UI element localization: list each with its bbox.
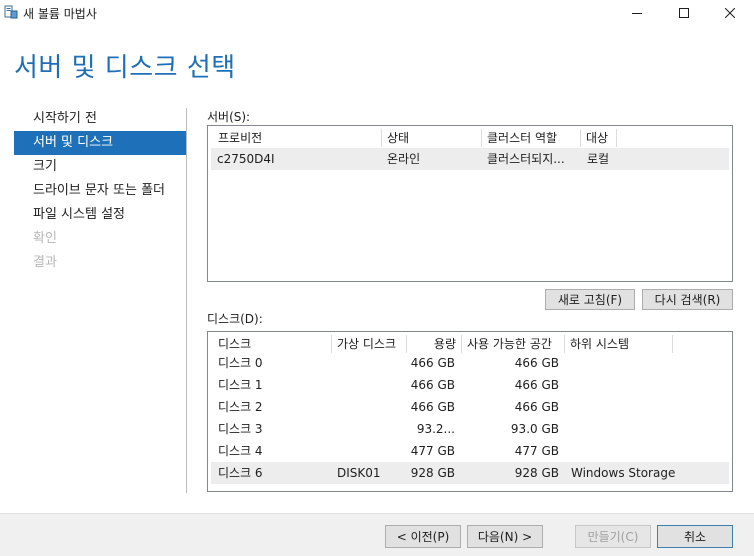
close-button[interactable]	[707, 0, 753, 26]
maximize-button[interactable]	[661, 0, 707, 26]
table-row[interactable]: c2750D4I 온라인 클러스터되지... 로컬	[211, 148, 729, 170]
minimize-icon	[632, 13, 642, 14]
nav-item-drive-letter[interactable]: 드라이브 문자 또는 폴더	[14, 179, 186, 203]
server-list[interactable]: 프로비전 상태 클러스터 역할 대상 c2750D4I 온라인 클러스터되지..…	[207, 125, 733, 282]
close-icon	[725, 8, 735, 18]
disk-capacity: 466 GB	[410, 400, 455, 414]
table-row[interactable]: 디스크 4 477 GB 477 GB	[211, 440, 729, 462]
column-divider[interactable]	[381, 129, 382, 147]
disk-free-space: 466 GB	[514, 356, 559, 370]
disk-name: 디스크 3	[218, 422, 263, 436]
disk-capacity: 466 GB	[410, 378, 455, 392]
column-header-status[interactable]: 상태	[387, 128, 409, 148]
server-target: 로컬	[587, 152, 610, 166]
virtual-disk-name: DISK01	[337, 466, 381, 480]
nav-item-confirmation: 확인	[33, 231, 57, 246]
previous-button[interactable]: < 이전(P)	[385, 525, 461, 548]
column-divider[interactable]	[331, 335, 332, 353]
disk-free-space: 466 GB	[514, 400, 559, 414]
cancel-button[interactable]: 취소	[657, 525, 733, 548]
disk-free-space: 928 GB	[514, 466, 559, 480]
disk-capacity: 477 GB	[410, 444, 455, 458]
nav-item-before-you-begin[interactable]: 시작하기 전	[14, 107, 186, 131]
nav-item-size[interactable]: 크기	[14, 155, 186, 179]
column-divider[interactable]	[672, 335, 673, 353]
nav-item-file-system[interactable]: 파일 시스템 설정	[14, 203, 186, 227]
disk-name: 디스크 6	[218, 466, 263, 480]
nav-item-server-and-disk[interactable]: 서버 및 디스크	[14, 131, 186, 155]
nav-item-results: 결과	[33, 255, 57, 270]
title-bar: 새 볼륨 마법사	[0, 0, 754, 26]
column-divider[interactable]	[564, 335, 565, 353]
column-header-subsystem[interactable]: 하위 시스템	[570, 334, 629, 354]
column-header-free-space[interactable]: 사용 가능한 공간	[467, 334, 552, 354]
page-title: 서버 및 디스크 선택	[14, 53, 236, 83]
disk-subsystem: Windows Storage	[571, 466, 676, 480]
disk-name: 디스크 0	[218, 356, 263, 370]
refresh-button[interactable]: 새로 고침(F)	[545, 289, 635, 310]
column-divider[interactable]	[580, 129, 581, 147]
server-list-label: 서버(S):	[207, 110, 251, 124]
create-button: 만들기(C)	[575, 525, 651, 548]
column-header-provision[interactable]: 프로비전	[218, 128, 262, 148]
disk-capacity: 928 GB	[410, 466, 455, 480]
column-divider[interactable]	[461, 335, 462, 353]
disk-name: 디스크 2	[218, 400, 263, 414]
table-row[interactable]: 디스크 0 466 GB 466 GB	[211, 352, 729, 374]
wizard-footer: < 이전(P) 다음(N) > 만들기(C) 취소	[0, 513, 754, 556]
window-title: 새 볼륨 마법사	[23, 7, 97, 21]
column-divider[interactable]	[481, 129, 482, 147]
disk-list[interactable]: 디스크 가상 디스크 용량 사용 가능한 공간 하위 시스템 디스크 0 466…	[207, 331, 733, 492]
column-header-disk[interactable]: 디스크	[218, 334, 251, 354]
column-header-capacity[interactable]: 용량	[412, 334, 456, 354]
wizard-steps-nav: 시작하기 전 서버 및 디스크 크기 드라이브 문자 또는 폴더 파일 시스템 …	[14, 107, 186, 275]
server-name: c2750D4I	[217, 152, 275, 166]
table-row[interactable]: 디스크 2 466 GB 466 GB	[211, 396, 729, 418]
disk-free-space: 466 GB	[514, 378, 559, 392]
table-row[interactable]: 디스크 1 466 GB 466 GB	[211, 374, 729, 396]
disk-name: 디스크 1	[218, 378, 263, 392]
column-header-cluster-role[interactable]: 클러스터 역할	[487, 128, 557, 148]
column-divider[interactable]	[616, 129, 617, 147]
column-header-target[interactable]: 대상	[586, 128, 608, 148]
maximize-icon	[679, 8, 689, 18]
nav-divider	[186, 108, 187, 493]
column-header-virtual-disk[interactable]: 가상 디스크	[337, 334, 396, 354]
minimize-button[interactable]	[614, 0, 660, 26]
volume-wizard-icon	[4, 5, 18, 19]
next-button[interactable]: 다음(N) >	[467, 525, 543, 548]
disk-name: 디스크 4	[218, 444, 263, 458]
disk-capacity: 466 GB	[410, 356, 455, 370]
disk-list-label: 디스크(D):	[207, 312, 263, 326]
rescan-button[interactable]: 다시 검색(R)	[642, 289, 733, 310]
server-cluster-role: 클러스터되지...	[487, 152, 565, 166]
disk-free-space: 93.0 GB	[510, 422, 559, 436]
column-divider[interactable]	[406, 335, 407, 353]
table-row[interactable]: 디스크 6 DISK01 928 GB 928 GB Windows Stora…	[211, 462, 729, 484]
disk-capacity: 93.2...	[416, 422, 455, 436]
table-row[interactable]: 디스크 3 93.2... 93.0 GB	[211, 418, 729, 440]
server-status: 온라인	[387, 152, 421, 166]
disk-free-space: 477 GB	[514, 444, 559, 458]
